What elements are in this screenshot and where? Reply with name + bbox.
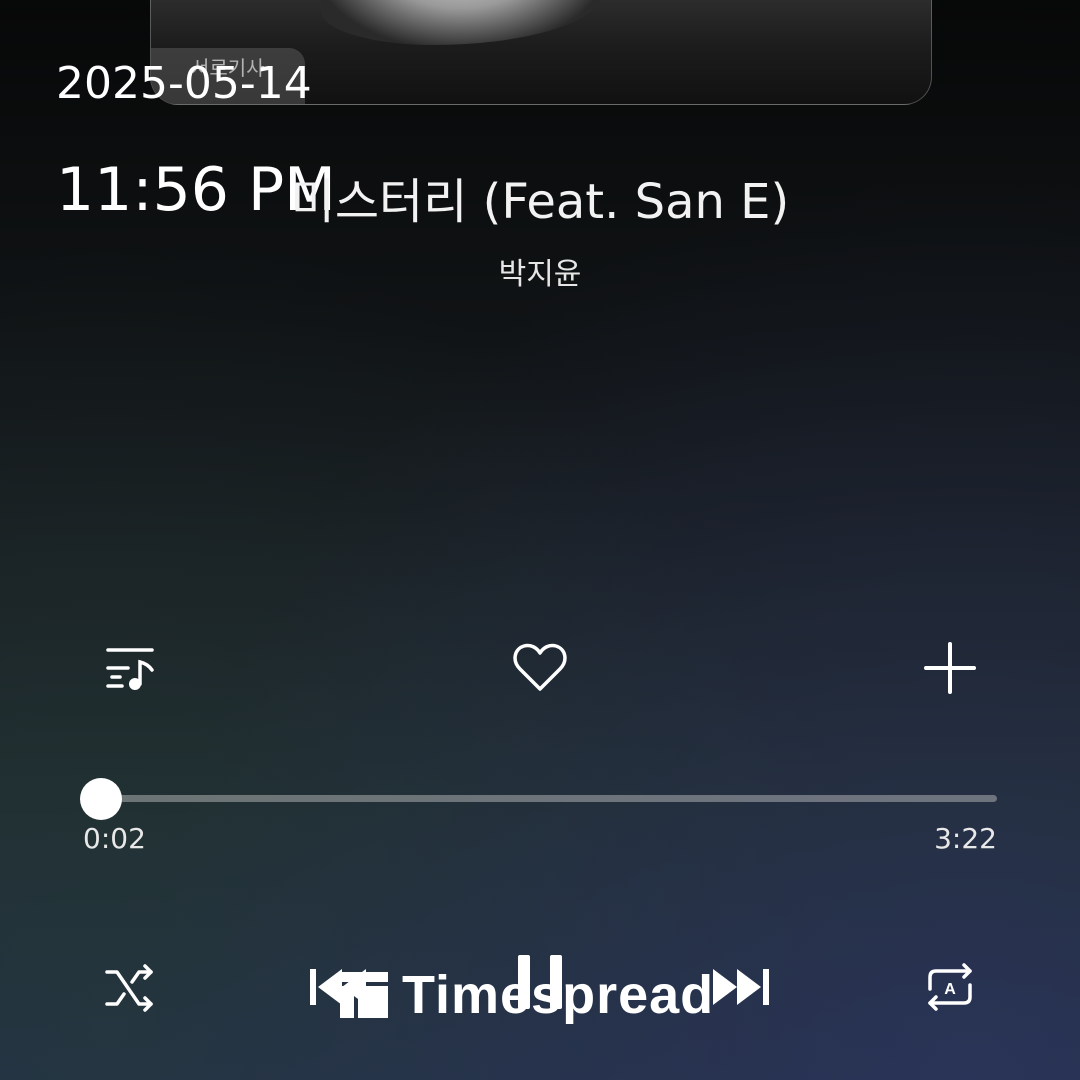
svg-text:A: A xyxy=(944,981,956,998)
watermark: Timespread xyxy=(340,965,714,1025)
watermark-text: Timespread xyxy=(402,965,715,1025)
current-time: 0:02 xyxy=(83,822,146,855)
song-title: 미스터리 (Feat. San E) xyxy=(290,174,790,230)
progress-track[interactable] xyxy=(92,795,997,802)
progress-thumb[interactable] xyxy=(80,778,123,820)
overlay-date: 2025-05-14 xyxy=(56,58,312,109)
total-time: 3:22 xyxy=(934,822,997,855)
plus-icon[interactable] xyxy=(920,640,980,696)
album-art-image xyxy=(321,0,601,45)
playlist-music-icon[interactable] xyxy=(100,640,160,696)
shuffle-icon[interactable] xyxy=(102,960,158,1016)
heart-outline-icon[interactable] xyxy=(510,640,570,696)
skip-next-icon[interactable] xyxy=(708,962,774,1012)
artist-name[interactable]: 박지윤 xyxy=(0,255,1080,295)
timespread-logo-icon xyxy=(340,972,388,1018)
repeat-auto-icon[interactable]: A xyxy=(920,958,980,1016)
